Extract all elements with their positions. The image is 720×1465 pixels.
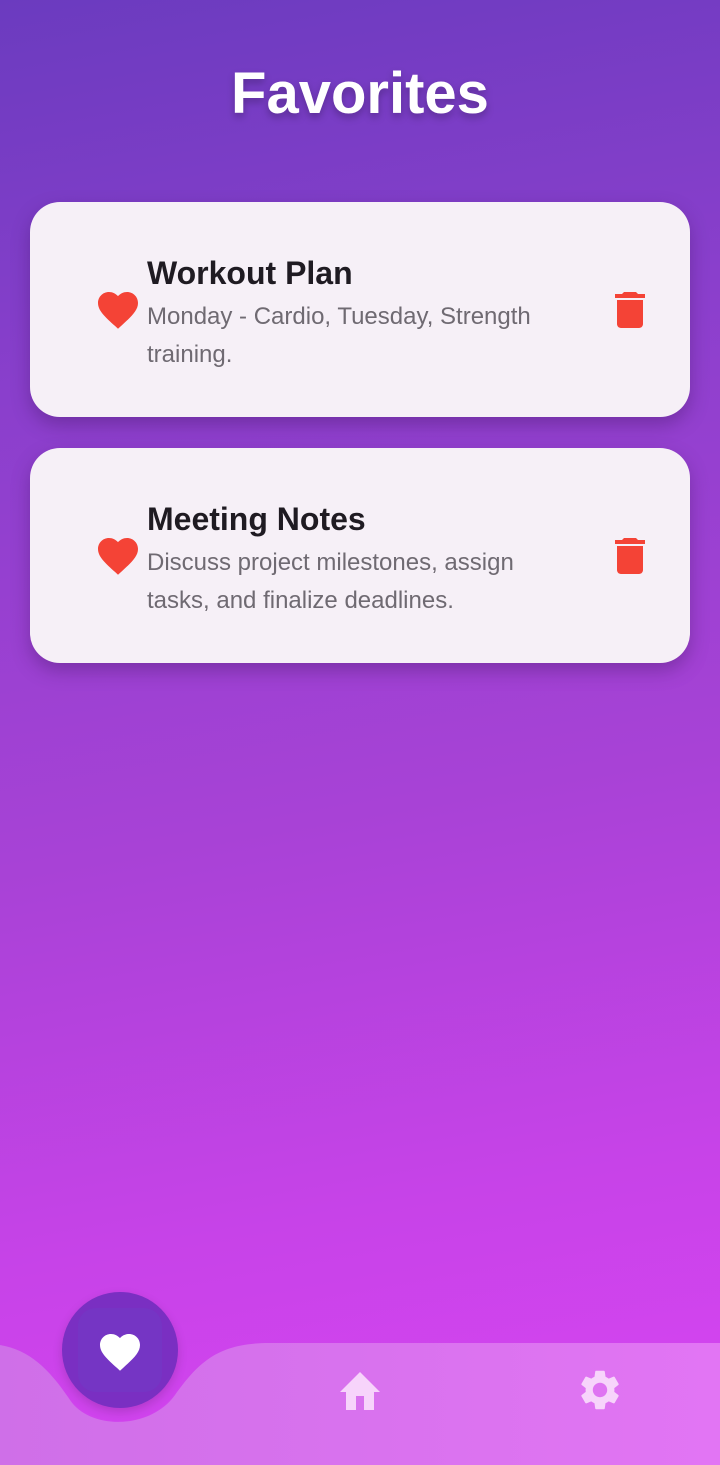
heart-icon xyxy=(98,538,138,575)
favorite-description: Discuss project milestones, assign tasks… xyxy=(147,549,514,614)
favorite-text: Meeting Notes Discuss project milestones… xyxy=(147,498,547,620)
favorite-card[interactable]: Workout Plan Monday - Cardio, Tuesday, S… xyxy=(30,202,690,417)
favorite-text: Workout Plan Monday - Cardio, Tuesday, S… xyxy=(147,252,547,374)
favorite-title: Workout Plan xyxy=(147,255,353,291)
heart-icon xyxy=(100,1334,140,1371)
delete-button[interactable] xyxy=(615,290,645,328)
trash-icon xyxy=(615,538,645,574)
settings-icon[interactable] xyxy=(576,1366,624,1414)
trash-icon xyxy=(615,292,645,328)
delete-button[interactable] xyxy=(615,536,645,574)
home-icon[interactable] xyxy=(336,1368,384,1412)
page-title: Favorites xyxy=(231,61,489,126)
favorite-title: Meeting Notes xyxy=(147,501,366,537)
favorite-card[interactable]: Meeting Notes Discuss project milestones… xyxy=(30,448,690,663)
heart-icon xyxy=(98,292,138,329)
favorite-description: Monday - Cardio, Tuesday, Strength train… xyxy=(147,303,531,368)
nav-favorites-button[interactable] xyxy=(62,1292,178,1408)
